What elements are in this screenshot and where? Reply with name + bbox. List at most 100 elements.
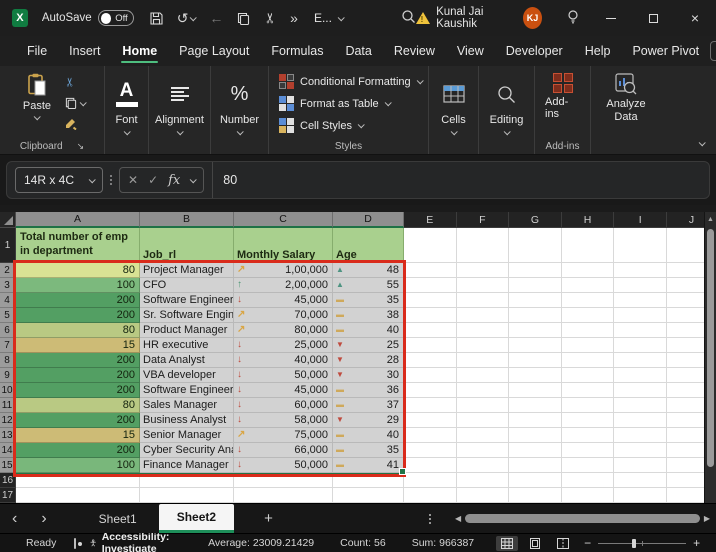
row-header[interactable]: 11 xyxy=(0,398,16,413)
cell-empty[interactable] xyxy=(562,308,615,323)
cell-age[interactable]: ▲ 55 xyxy=(333,278,404,293)
cell-c1[interactable]: Monthly Salary xyxy=(234,228,333,263)
cell-empty[interactable] xyxy=(509,353,562,368)
row-header[interactable]: 8 xyxy=(0,353,16,368)
cell-empty[interactable] xyxy=(234,473,333,488)
tab-page-layout[interactable]: Page Layout xyxy=(168,38,260,64)
copy-button[interactable] xyxy=(65,96,85,110)
cell-count[interactable]: 80 xyxy=(16,323,140,338)
save-icon[interactable] xyxy=(150,12,163,25)
cell-job-role[interactable]: VBA developer xyxy=(140,368,234,383)
cell-empty[interactable] xyxy=(614,228,667,263)
cell-salary[interactable]: ↓ 66,000 xyxy=(234,443,333,458)
sheet-tab-sheet2[interactable]: Sheet2 xyxy=(159,504,234,533)
editing-group[interactable]: Editing xyxy=(479,66,535,154)
cell-empty[interactable] xyxy=(562,293,615,308)
cell-age[interactable]: ▬ 35 xyxy=(333,293,404,308)
cell-empty[interactable] xyxy=(404,293,457,308)
cell-job-role[interactable]: Sales Manager xyxy=(140,398,234,413)
cell-empty[interactable] xyxy=(457,473,510,488)
cell-empty[interactable] xyxy=(614,383,667,398)
cell-empty[interactable] xyxy=(562,323,615,338)
format-as-table-button[interactable]: Format as Table xyxy=(279,96,422,111)
cell-count[interactable]: 15 xyxy=(16,428,140,443)
zoom-slider-thumb[interactable] xyxy=(632,539,636,548)
cell-empty[interactable] xyxy=(562,413,615,428)
prev-sheet-icon[interactable]: ‹ xyxy=(0,510,29,528)
row-header[interactable]: 6 xyxy=(0,323,16,338)
cell-empty[interactable] xyxy=(562,263,615,278)
number-group[interactable]: % Number xyxy=(211,66,269,154)
insert-function-icon[interactable]: fx xyxy=(168,173,180,188)
cell-a1[interactable]: Total number of emp in department xyxy=(16,228,140,263)
column-header[interactable]: E xyxy=(404,212,457,228)
cell-empty[interactable] xyxy=(509,368,562,383)
cell-empty[interactable] xyxy=(509,338,562,353)
row-header[interactable]: 16 xyxy=(0,473,16,488)
cell-job-role[interactable]: Software Engineer xyxy=(140,293,234,308)
cell-empty[interactable] xyxy=(614,323,667,338)
cell-empty[interactable] xyxy=(404,458,457,473)
normal-view-button[interactable] xyxy=(496,536,518,551)
row-header[interactable]: 1 xyxy=(0,228,16,263)
cell-empty[interactable] xyxy=(457,428,510,443)
cell-empty[interactable] xyxy=(404,383,457,398)
cell-salary[interactable]: ↗ 70,000 xyxy=(234,308,333,323)
zoom-level[interactable]: 70% xyxy=(707,537,716,549)
row-header[interactable]: 17 xyxy=(0,488,16,503)
cell-empty[interactable] xyxy=(562,368,615,383)
cell-empty[interactable] xyxy=(457,228,510,263)
tab-home[interactable]: Home xyxy=(111,38,168,64)
cell-age[interactable]: ▲ 48 xyxy=(333,263,404,278)
avatar[interactable]: KJ xyxy=(523,7,542,29)
cell-empty[interactable] xyxy=(404,398,457,413)
cell-empty[interactable] xyxy=(333,473,404,488)
cell-empty[interactable] xyxy=(614,353,667,368)
cell-salary[interactable]: ↓ 45,000 xyxy=(234,293,333,308)
row-header[interactable]: 10 xyxy=(0,383,16,398)
page-layout-view-button[interactable] xyxy=(524,536,546,551)
cell-age[interactable]: ▬ 36 xyxy=(333,383,404,398)
tab-power-pivot[interactable]: Power Pivot xyxy=(621,38,710,64)
scroll-right-icon[interactable]: ▶ xyxy=(704,514,710,523)
cell-count[interactable]: 200 xyxy=(16,383,140,398)
row-header[interactable]: 5 xyxy=(0,308,16,323)
cell-empty[interactable] xyxy=(404,443,457,458)
autosave-toggle[interactable]: Off xyxy=(98,10,134,26)
vertical-scroll-thumb[interactable] xyxy=(707,229,714,467)
cell-job-role[interactable]: CFO xyxy=(140,278,234,293)
cell-empty[interactable] xyxy=(457,293,510,308)
cell-salary[interactable]: ↗ 80,000 xyxy=(234,323,333,338)
cell-empty[interactable] xyxy=(140,488,234,503)
column-header[interactable]: D xyxy=(333,212,404,228)
cell-empty[interactable] xyxy=(614,338,667,353)
cell-empty[interactable] xyxy=(457,383,510,398)
cell-age[interactable]: ▬ 40 xyxy=(333,323,404,338)
cell-empty[interactable] xyxy=(562,383,615,398)
cell-count[interactable]: 15 xyxy=(16,338,140,353)
cell-empty[interactable] xyxy=(457,488,510,503)
cell-d1[interactable]: Age xyxy=(333,228,404,263)
tab-help[interactable]: Help xyxy=(574,38,622,64)
cell-salary[interactable]: ↓ 25,000 xyxy=(234,338,333,353)
account-area[interactable]: ! Kunal Jai Kaushik KJ xyxy=(416,6,542,30)
cell-b1[interactable]: Job_rl xyxy=(140,228,234,263)
cell-empty[interactable] xyxy=(404,308,457,323)
cell-job-role[interactable]: HR executive xyxy=(140,338,234,353)
cell-age[interactable]: ▬ 41 xyxy=(333,458,404,473)
row-header[interactable]: 4 xyxy=(0,293,16,308)
row-header[interactable]: 3 xyxy=(0,278,16,293)
cell-salary[interactable]: ↓ 40,000 xyxy=(234,353,333,368)
cell-empty[interactable] xyxy=(509,488,562,503)
cell-empty[interactable] xyxy=(457,413,510,428)
select-all-corner[interactable] xyxy=(0,212,16,228)
cell-empty[interactable] xyxy=(509,228,562,263)
cell-empty[interactable] xyxy=(509,458,562,473)
cell-empty[interactable] xyxy=(509,323,562,338)
cell-empty[interactable] xyxy=(404,428,457,443)
cell-empty[interactable] xyxy=(509,278,562,293)
minimize-button[interactable] xyxy=(590,0,632,36)
cell-empty[interactable] xyxy=(404,488,457,503)
cell-job-role[interactable]: Business Analyst xyxy=(140,413,234,428)
cut-button[interactable]: ✂ xyxy=(65,75,85,89)
